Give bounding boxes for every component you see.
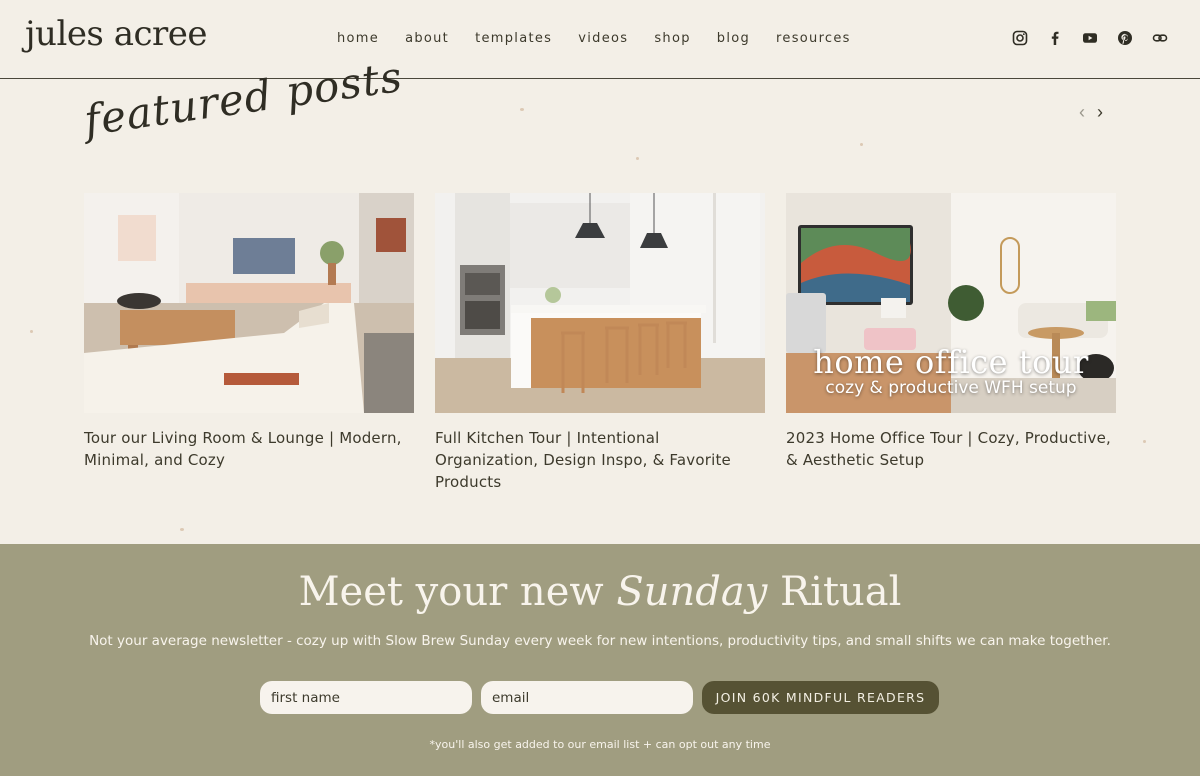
nav-templates[interactable]: templates (475, 31, 552, 46)
paper-speck (30, 330, 33, 333)
post-card[interactable]: Tour our Living Room & Lounge | Modern, … (84, 193, 414, 493)
join-button[interactable]: JOIN 60K MINDFUL READERS (702, 681, 939, 714)
prev-arrow-icon[interactable]: ‹ (1079, 102, 1085, 122)
post-card[interactable]: home office tour cozy & productive WFH s… (786, 193, 1116, 493)
nav-videos[interactable]: videos (578, 31, 628, 46)
first-name-input[interactable] (260, 681, 472, 714)
site-logo[interactable]: jules acree (25, 14, 208, 54)
paper-speck (180, 528, 184, 531)
newsletter-headline: Meet your new Sunday Ritual (0, 569, 1200, 615)
social-links (1012, 30, 1168, 46)
nav-shop[interactable]: shop (654, 31, 690, 46)
headline-start: Meet your new (298, 569, 604, 615)
headline-end: Ritual (780, 569, 902, 615)
link-icon[interactable] (1152, 30, 1168, 46)
nav-resources[interactable]: resources (776, 31, 851, 46)
main-nav: home about templates videos shop blog re… (337, 31, 877, 46)
post-title[interactable]: Full Kitchen Tour | Intentional Organiza… (435, 427, 765, 493)
pinterest-icon[interactable] (1117, 30, 1133, 46)
thumbnail-overlay-subtitle: cozy & productive WFH setup (825, 378, 1077, 398)
next-arrow-icon[interactable]: › (1097, 102, 1103, 122)
post-title[interactable]: Tour our Living Room & Lounge | Modern, … (84, 427, 414, 471)
site-header: jules acree home about templates videos … (0, 0, 1200, 79)
nav-about[interactable]: about (405, 31, 449, 46)
nav-blog[interactable]: blog (717, 31, 750, 46)
nav-home[interactable]: home (337, 31, 379, 46)
paper-speck (1143, 440, 1146, 443)
post-thumbnail-home-office[interactable]: home office tour cozy & productive WFH s… (786, 193, 1116, 413)
facebook-icon[interactable] (1047, 30, 1063, 46)
post-thumbnail-kitchen[interactable] (435, 193, 765, 413)
post-thumbnail-living-room[interactable] (84, 193, 414, 413)
featured-posts-carousel: Tour our Living Room & Lounge | Modern, … (84, 193, 1116, 493)
instagram-icon[interactable] (1012, 30, 1028, 46)
thumbnail-overlay-title: home office tour (813, 343, 1089, 381)
headline-script-word: Sunday (616, 569, 768, 615)
newsletter-description: Not your average newsletter - cozy up wi… (89, 633, 1111, 649)
post-card[interactable]: Full Kitchen Tour | Intentional Organiza… (435, 193, 765, 493)
youtube-icon[interactable] (1082, 30, 1098, 46)
newsletter-footnote: *you'll also get added to our email list… (429, 738, 771, 751)
paper-speck (860, 143, 863, 146)
newsletter-section: Meet your new Sunday Ritual Not your ave… (0, 544, 1200, 776)
paper-speck (520, 108, 524, 111)
newsletter-form: JOIN 60K MINDFUL READERS (260, 681, 939, 714)
email-input[interactable] (481, 681, 693, 714)
post-title[interactable]: 2023 Home Office Tour | Cozy, Productive… (786, 427, 1116, 471)
carousel-arrows: ‹ › (1079, 102, 1103, 122)
paper-speck (636, 157, 639, 160)
